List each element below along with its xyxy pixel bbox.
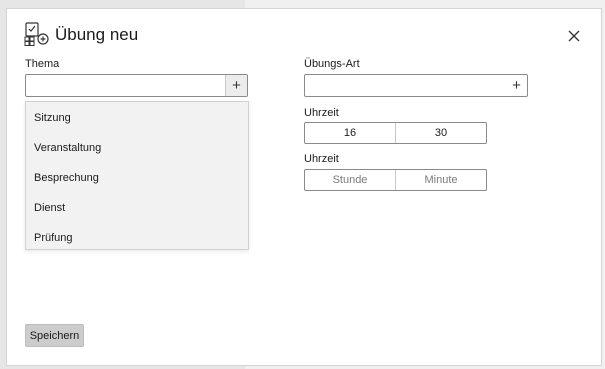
dialog-title: Übung neu [55, 25, 139, 44]
time1-label: Uhrzeit [304, 107, 339, 119]
save-button[interactable]: Speichern [25, 324, 84, 347]
time2-label: Uhrzeit [304, 153, 339, 165]
thema-dropdown-list: Sitzung Veranstaltung Besprechung Dienst… [25, 101, 249, 250]
dropdown-item-veranstaltung[interactable]: Veranstaltung [34, 142, 101, 154]
thema-label: Thema [25, 58, 60, 70]
art-add-button[interactable]: + [506, 75, 527, 96]
time1-hour-input[interactable]: 16 [305, 123, 395, 143]
time1-minute-input[interactable]: 30 [395, 123, 486, 143]
time2-field: Stunde Minute [304, 169, 487, 191]
time2-minute-input[interactable]: Minute [395, 170, 486, 190]
time1-field: 16 30 [304, 122, 487, 144]
close-icon[interactable] [564, 26, 584, 46]
calendar-clipboard-add-icon [24, 22, 49, 46]
thema-add-button[interactable]: + [225, 75, 247, 96]
time2-hour-input[interactable]: Stunde [305, 170, 395, 190]
thema-input[interactable]: + [25, 74, 248, 97]
dropdown-item-besprechung[interactable]: Besprechung [34, 172, 99, 184]
art-input[interactable]: + [304, 74, 528, 97]
dropdown-item-sitzung[interactable]: Sitzung [34, 112, 71, 124]
art-label: Übungs-Art [304, 58, 360, 70]
new-exercise-dialog: Übung neu Thema + Sitzung Veranstaltung … [6, 8, 602, 366]
dropdown-item-dienst[interactable]: Dienst [34, 202, 65, 214]
dropdown-item-pruefung[interactable]: Prüfung [34, 232, 73, 244]
